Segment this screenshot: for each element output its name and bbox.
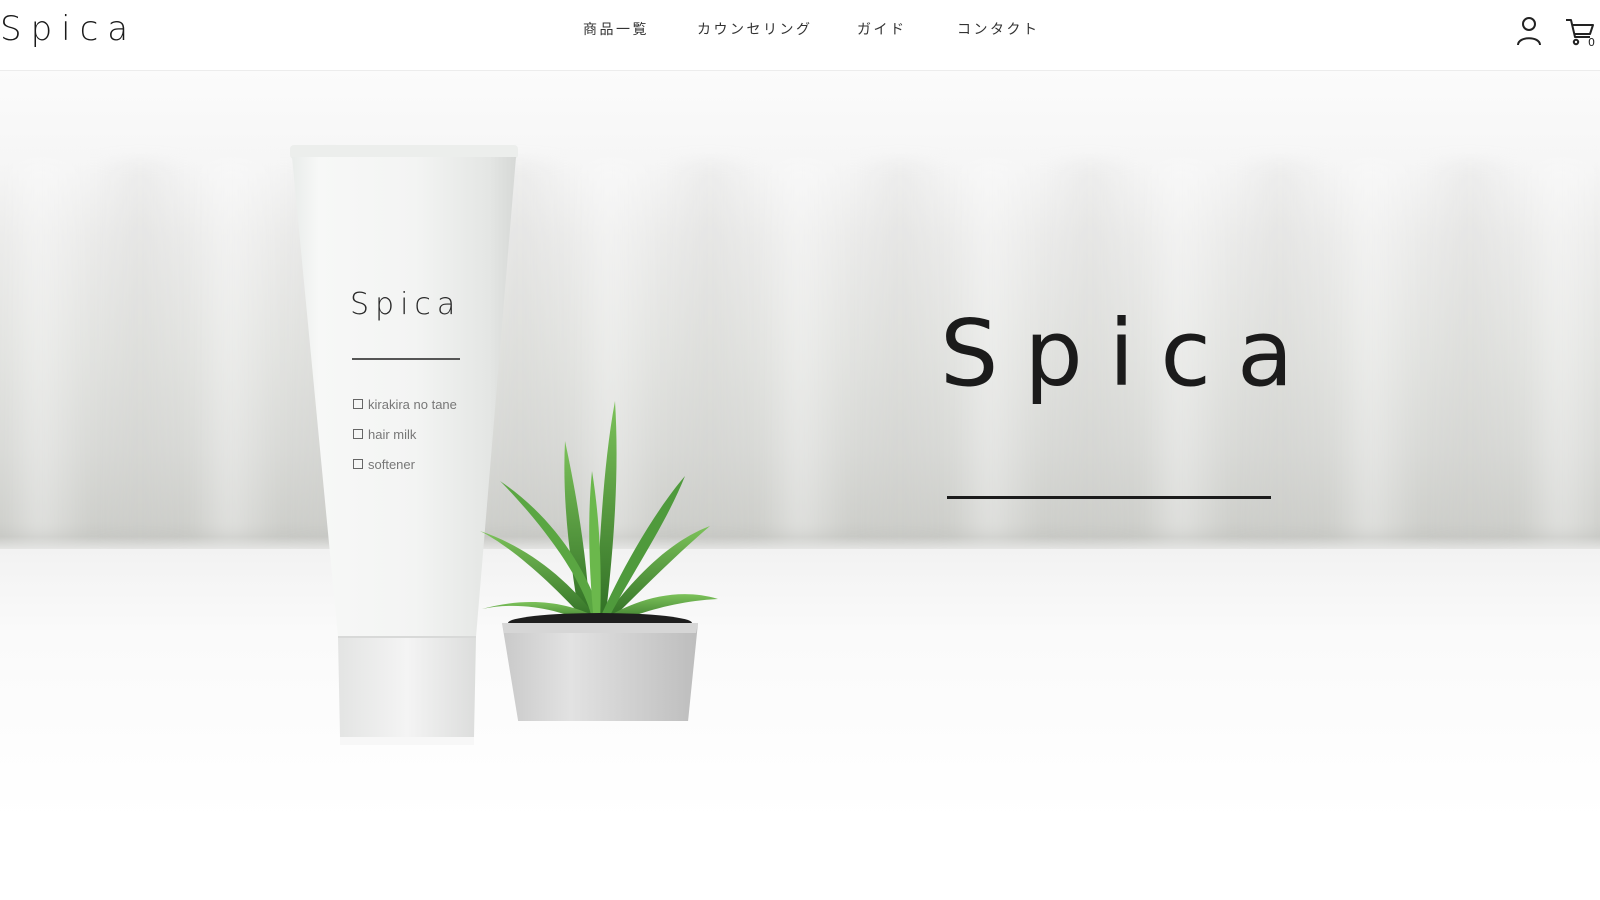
cart-icon[interactable]: 0 <box>1564 15 1598 47</box>
hero-divider <box>947 496 1271 499</box>
tube-brand-label: Spica <box>350 287 462 322</box>
nav-link-products[interactable]: 商品一覧 <box>583 19 649 41</box>
checkbox-icon <box>353 459 363 469</box>
tube-list-item: hair milk <box>353 419 457 449</box>
checkbox-icon <box>353 399 363 409</box>
site-header: Spica 商品一覧 カウンセリング ガイド コンタクト 0 <box>0 0 1600 71</box>
tube-item-label: hair milk <box>368 426 417 442</box>
tube-divider <box>352 358 460 360</box>
potted-plant-image <box>480 401 718 721</box>
hero-banner: Spica kirakira no tane hair milk softene… <box>0 71 1600 822</box>
hero-tabletop <box>0 549 1600 822</box>
nav-link-counseling[interactable]: カウンセリング <box>697 19 813 41</box>
nav-link-contact[interactable]: コンタクト <box>957 19 1040 41</box>
tube-item-label: kirakira no tane <box>368 396 457 412</box>
tube-list-item: kirakira no tane <box>353 389 457 419</box>
hero-title: Spica <box>940 300 1320 407</box>
nav-link-guide[interactable]: ガイド <box>857 19 907 41</box>
main-nav: 商品一覧 カウンセリング ガイド コンタクト <box>0 19 1600 43</box>
cart-count: 0 <box>1588 36 1595 47</box>
person-icon[interactable] <box>1514 15 1544 47</box>
tube-product-list: kirakira no tane hair milk softener <box>353 389 457 479</box>
checkbox-icon <box>353 429 363 439</box>
tube-list-item: softener <box>353 449 457 479</box>
hero-background-blur <box>0 161 1600 541</box>
tube-item-label: softener <box>368 456 415 472</box>
